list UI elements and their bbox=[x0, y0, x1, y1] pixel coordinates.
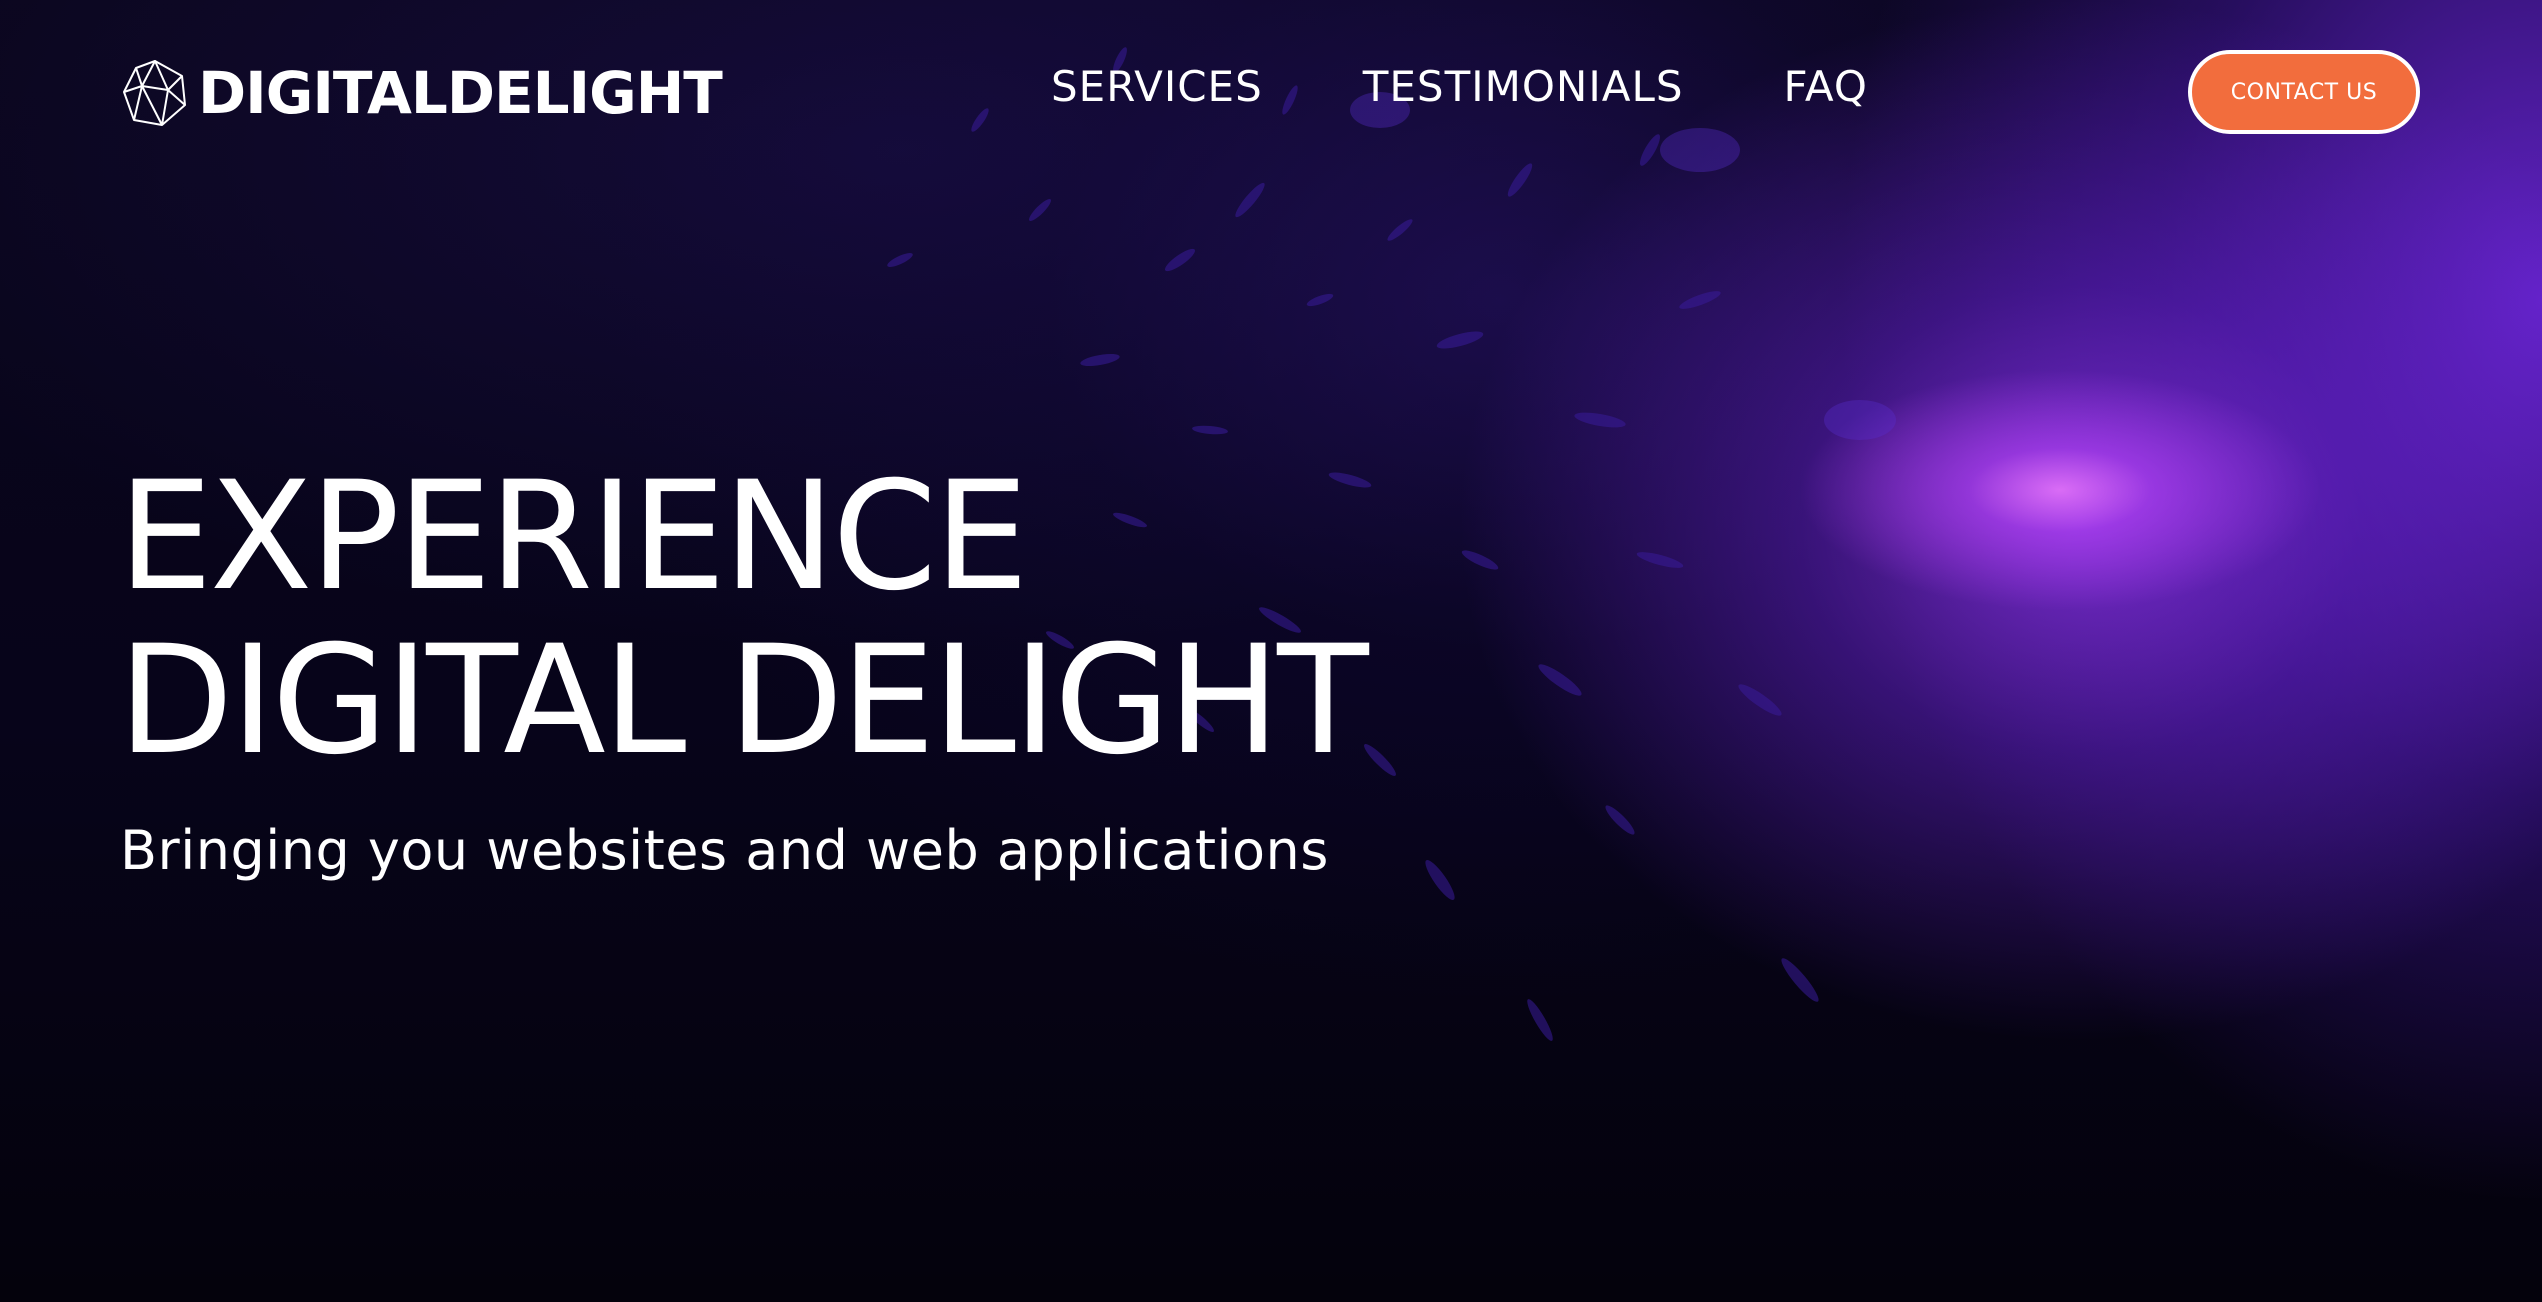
nav-link-faq[interactable]: FAQ bbox=[1784, 62, 1868, 112]
hero-title-line-1: EXPERIENCE bbox=[118, 450, 1029, 624]
hero-section: EXPERIENCE DIGITAL DELIGHT Bringing you … bbox=[118, 450, 1369, 883]
contact-us-button[interactable]: CONTACT US bbox=[2188, 50, 2420, 134]
hero-title: EXPERIENCE DIGITAL DELIGHT bbox=[118, 450, 1369, 788]
brand-logo[interactable]: DIGITALDELIGHT bbox=[120, 58, 723, 128]
hero-subtitle: Bringing you websites and web applicatio… bbox=[120, 819, 1329, 882]
main-nav: SERVICES TESTIMONIALS FAQ bbox=[1051, 62, 1868, 112]
nav-link-services[interactable]: SERVICES bbox=[1051, 62, 1263, 112]
hero-title-line-2: DIGITAL DELIGHT bbox=[118, 614, 1369, 788]
brand-name: DIGITALDELIGHT bbox=[198, 59, 723, 127]
nav-link-testimonials[interactable]: TESTIMONIALS bbox=[1363, 62, 1684, 112]
site-header: DIGITALDELIGHT SERVICES TESTIMONIALS FAQ… bbox=[0, 0, 2542, 180]
polyhedron-icon bbox=[123, 60, 186, 126]
